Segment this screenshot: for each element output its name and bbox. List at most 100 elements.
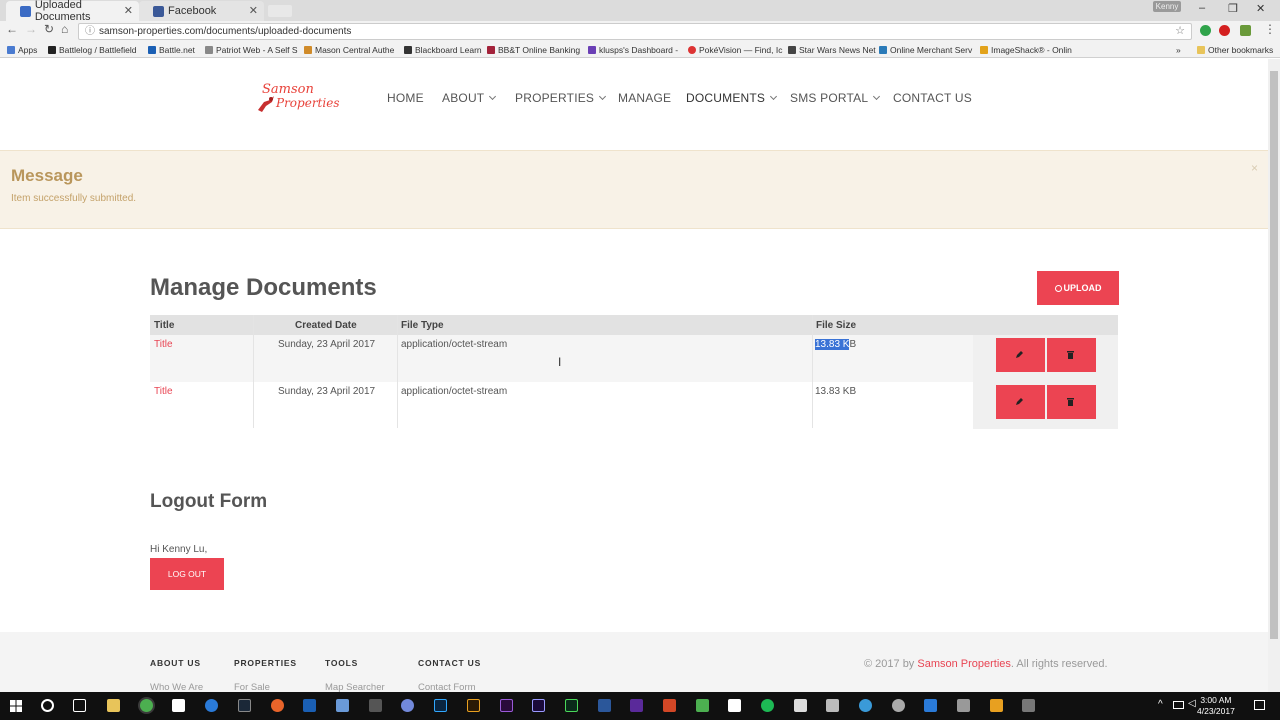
page-scrollbar[interactable] [1268,59,1280,692]
bookmarks-overflow[interactable]: » [1176,45,1181,55]
bookmark-apps[interactable]: Apps [7,45,37,55]
logout-section-title: Logout Form [150,491,268,512]
app-icon[interactable] [892,699,905,712]
bookmark-bbt[interactable]: BB&T Online Banking [487,45,580,55]
nav-manage[interactable]: MANAGE [618,91,671,105]
message-title: Message [11,166,83,185]
document-title-link[interactable]: Title [154,386,173,397]
photoshop-icon[interactable] [434,699,447,712]
info-icon[interactable]: ⓘ [85,24,95,39]
edit-button[interactable] [996,385,1045,419]
app-icon[interactable] [1022,699,1035,712]
apps-icon [7,46,15,54]
store-icon[interactable] [172,699,185,712]
address-bar[interactable]: ⓘ samson-properties.com/documents/upload… [78,23,1192,40]
profile-badge[interactable]: Kenny [1153,1,1181,12]
bookmark-pokevision[interactable]: PokéVision — Find, Ic [688,45,782,55]
calculator-icon[interactable] [826,699,839,712]
delete-button[interactable] [1047,338,1096,372]
nav-properties[interactable]: PROPERTIES [515,91,607,105]
bookmark-battlenet[interactable]: Battle.net [148,45,195,55]
bookmark-imageshack[interactable]: ImageShack® - Onlin [980,45,1072,55]
close-tab-icon[interactable]: ✕ [249,4,258,17]
pencil-icon [1016,351,1023,358]
bookmark-blackboard[interactable]: Blackboard Learn [404,45,482,55]
bookmark-dashboard[interactable]: klusps's Dashboard - [588,45,678,55]
powerpoint-icon[interactable] [663,699,676,712]
user-greeting: Hi Kenny Lu, [150,544,208,555]
tab-uploaded-documents[interactable]: Uploaded Documents ✕ [6,0,139,23]
nav-label: MANAGE [618,91,672,105]
app-icon[interactable] [696,699,709,712]
app-icon[interactable] [859,699,872,712]
home-icon[interactable]: ⌂ [61,22,68,36]
chrome-icon[interactable] [140,699,153,712]
site-logo[interactable]: Samson Properties [256,82,339,116]
taskbar-clock[interactable]: 3:00 AM 4/23/2017 [1197,695,1235,717]
back-icon[interactable]: ← [6,22,18,36]
tray-chevron-icon[interactable]: ^ [1158,699,1163,710]
after-effects-icon[interactable] [532,699,545,712]
bookmark-other[interactable]: Other bookmarks [1197,45,1273,55]
bookmark-mason-central[interactable]: Mason Central Authe [304,45,394,55]
new-tab-button[interactable] [268,5,292,17]
pen-extension-icon[interactable] [1240,25,1251,36]
app-icon[interactable] [369,699,382,712]
nav-home[interactable]: HOME [387,91,424,105]
nav-about[interactable]: ABOUT [442,91,497,105]
app-icon[interactable] [957,699,970,712]
dreamweaver-icon[interactable] [565,699,578,712]
delete-button[interactable] [1047,385,1096,419]
bridge-icon[interactable] [467,699,480,712]
app-icon[interactable] [336,699,349,712]
copyright-brand-link[interactable]: Samson Properties [917,658,1011,670]
file-explorer-icon[interactable] [107,699,120,712]
windows-start-icon[interactable] [10,700,22,712]
internet-explorer-icon[interactable] [205,699,218,712]
forward-icon[interactable]: → [25,22,37,36]
origin-icon[interactable] [271,699,284,712]
action-center-icon[interactable] [1254,700,1265,710]
close-message-icon[interactable]: × [1251,161,1258,175]
edge-icon[interactable] [924,699,937,712]
edit-button[interactable] [996,338,1045,372]
scrollbar-thumb[interactable] [1270,71,1278,639]
message-body: Item successfully submitted. [11,193,137,204]
battlenet-taskbar-icon[interactable] [303,699,316,712]
nav-documents[interactable]: DOCUMENTS [686,91,778,105]
close-window-icon[interactable]: ✕ [1256,2,1265,15]
premiere-icon[interactable] [500,699,513,712]
app-icon[interactable] [990,699,1003,712]
minimize-icon[interactable]: – [1199,2,1205,14]
logout-button[interactable]: LOG OUT [150,558,224,590]
nav-sms-portal[interactable]: SMS PORTAL [790,91,881,105]
bookmark-star-wars[interactable]: Star Wars News Net [788,45,876,55]
bookmark-battlelog[interactable]: Battlelog / Battlefield [48,45,137,55]
app-icon[interactable] [794,699,807,712]
extension-green-icon[interactable] [1200,25,1211,36]
visual-studio-icon[interactable] [630,699,643,712]
volume-icon[interactable]: ◁ [1188,698,1196,709]
document-title-link[interactable]: Title [154,339,173,350]
app-icon[interactable] [728,699,741,712]
bookmark-patriot-web[interactable]: Patriot Web - A Self S [205,45,298,55]
upload-button[interactable]: UPLOAD [1037,271,1119,305]
steam-icon[interactable] [238,699,251,712]
close-tab-icon[interactable]: ✕ [124,4,133,17]
spotify-icon[interactable] [761,699,774,712]
reload-icon[interactable]: ↻ [44,22,54,36]
discord-icon[interactable] [401,699,414,712]
nav-contact-us[interactable]: CONTACT US [893,91,972,105]
menu-icon[interactable]: ⋮ [1264,22,1276,36]
restore-icon[interactable]: ❐ [1228,2,1238,15]
word-icon[interactable] [598,699,611,712]
task-view-icon[interactable] [73,699,86,712]
opera-extension-icon[interactable] [1219,25,1230,36]
network-icon[interactable] [1173,701,1184,709]
bookmark-online-merchant[interactable]: Online Merchant Serv [879,45,972,55]
bookmark-star-icon[interactable]: ☆ [1175,24,1185,39]
nav-label: DOCUMENTS [686,91,766,105]
tab-facebook[interactable]: Facebook ✕ [139,1,264,21]
search-icon[interactable] [41,699,54,712]
bookmark-label: klusps's Dashboard - [599,45,679,55]
